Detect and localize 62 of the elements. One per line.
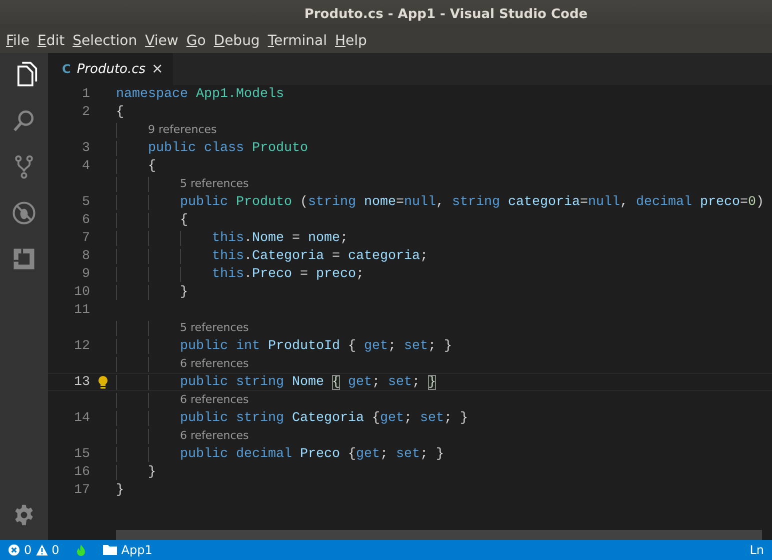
code-line: { bbox=[180, 212, 188, 228]
code-line: namespace App1.Models bbox=[116, 86, 284, 102]
code-line: this.Nome = nome; bbox=[212, 230, 348, 246]
code-line: public class Produto bbox=[148, 140, 308, 156]
line-number: 14 bbox=[73, 410, 90, 426]
cursor-position[interactable]: Ln bbox=[750, 543, 764, 557]
menu-item[interactable]: Terminal bbox=[264, 32, 332, 48]
debug-icon[interactable] bbox=[10, 199, 38, 227]
error-icon[interactable] bbox=[8, 544, 20, 556]
line-number: 3 bbox=[81, 140, 90, 156]
line-number: 8 bbox=[81, 248, 90, 264]
line-number: 17 bbox=[73, 482, 90, 498]
code-line: public Produto (string nome=null, string categoria=null, decimal preco=0) bbox=[180, 194, 764, 210]
line-number: 11 bbox=[73, 302, 90, 318]
line-number: 13 bbox=[73, 374, 90, 390]
window-title: Produto.cs - App1 - Visual Studio Code bbox=[303, 6, 588, 22]
line-number: 4 bbox=[81, 158, 90, 174]
reference-count[interactable]: 6 references bbox=[180, 356, 249, 370]
menu-item[interactable]: View bbox=[141, 32, 182, 48]
code-line: } bbox=[116, 482, 124, 498]
line-number: 7 bbox=[81, 230, 90, 246]
code-line: public int ProdutoId { get; set; } bbox=[180, 338, 452, 354]
code-line: this.Preco = preco; bbox=[212, 266, 364, 282]
reference-count[interactable]: 9 references bbox=[148, 122, 217, 136]
code-line: public string Categoria {get; set; } bbox=[180, 410, 468, 426]
csharp-file-icon: C bbox=[62, 62, 71, 76]
menu-item[interactable]: Selection bbox=[68, 32, 142, 48]
line-number: 12 bbox=[73, 338, 90, 354]
editor-tab[interactable]: C Produto.cs × bbox=[48, 53, 174, 85]
line-number: 6 bbox=[81, 212, 90, 228]
menu-item[interactable]: File bbox=[2, 32, 34, 48]
folder-icon[interactable] bbox=[103, 544, 118, 556]
code-line: { bbox=[148, 158, 156, 174]
menu-item[interactable]: Help bbox=[331, 32, 371, 48]
code-line: public decimal Preco {get; set; } bbox=[180, 446, 444, 462]
settings-icon[interactable] bbox=[13, 504, 35, 526]
reference-count[interactable]: 6 references bbox=[180, 392, 249, 406]
code-line: { bbox=[116, 104, 124, 120]
menu-item[interactable]: Go bbox=[182, 32, 210, 48]
line-number: 16 bbox=[73, 464, 90, 480]
code-line: this.Categoria = categoria; bbox=[212, 248, 428, 264]
close-icon[interactable]: × bbox=[152, 61, 164, 77]
menu-item[interactable]: Debug bbox=[210, 32, 264, 48]
horizontal-scrollbar[interactable] bbox=[116, 530, 762, 540]
error-count[interactable]: 0 bbox=[24, 543, 32, 557]
line-number: 10 bbox=[73, 284, 90, 300]
reference-count[interactable]: 5 references bbox=[180, 320, 249, 334]
menu-item[interactable]: Edit bbox=[33, 32, 69, 48]
code-line: } bbox=[180, 284, 188, 300]
warning-icon[interactable] bbox=[36, 544, 48, 556]
line-number: 5 bbox=[81, 194, 90, 210]
folder-name[interactable]: App1 bbox=[121, 543, 152, 557]
lightbulb-icon[interactable] bbox=[97, 375, 109, 389]
flame-icon[interactable] bbox=[75, 544, 88, 556]
reference-count[interactable]: 6 references bbox=[180, 428, 249, 442]
warning-count[interactable]: 0 bbox=[52, 543, 60, 557]
reference-count[interactable]: 5 references bbox=[180, 176, 249, 190]
line-number: 2 bbox=[81, 104, 90, 120]
line-number: 9 bbox=[81, 266, 90, 282]
line-number: 15 bbox=[73, 446, 90, 462]
line-number: 1 bbox=[81, 86, 90, 102]
code-line: } bbox=[148, 464, 156, 480]
